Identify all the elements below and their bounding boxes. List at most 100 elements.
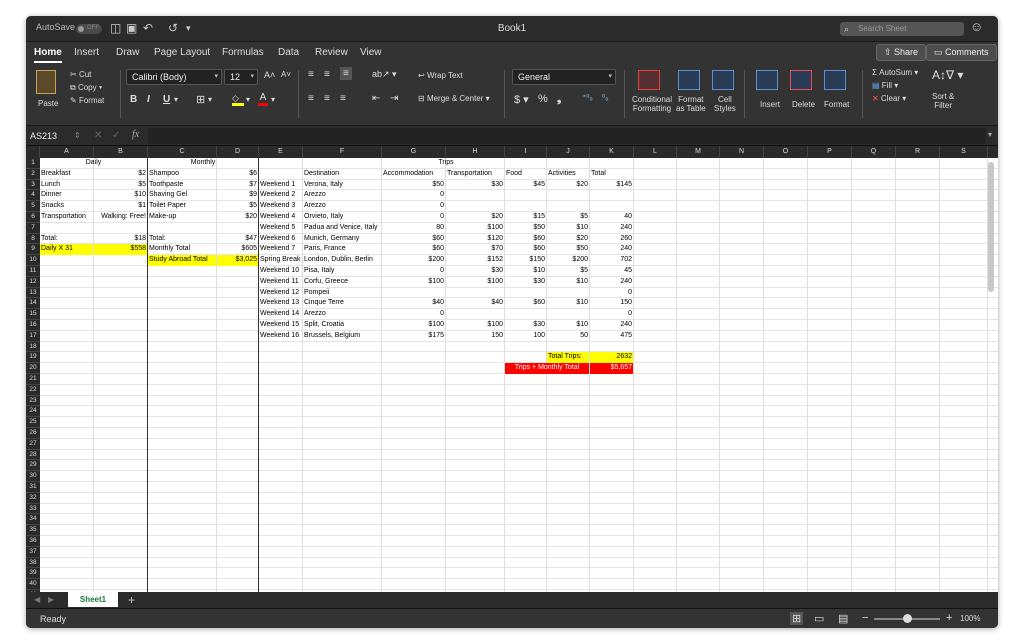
cell-C4[interactable]: Shaving Gel bbox=[148, 190, 216, 201]
row-header-37[interactable]: 37 bbox=[26, 546, 40, 558]
cell-I6[interactable]: $15 bbox=[505, 212, 546, 223]
row-header-27[interactable]: 27 bbox=[26, 438, 40, 450]
cell-F15[interactable]: Arezzo bbox=[303, 309, 381, 320]
cell-C5[interactable]: Toilet Paper bbox=[148, 201, 216, 212]
cell-H10[interactable]: $152 bbox=[446, 255, 504, 266]
cell-H17[interactable]: 150 bbox=[446, 331, 504, 342]
column-header-E[interactable]: E bbox=[259, 146, 303, 158]
row-header-24[interactable]: 24 bbox=[26, 406, 40, 418]
cell-K2[interactable]: Total bbox=[590, 169, 633, 180]
align-right-icon[interactable]: ≡ bbox=[340, 93, 346, 104]
italic-button[interactable]: I bbox=[147, 94, 150, 105]
row-header-34[interactable]: 34 bbox=[26, 514, 40, 526]
font-name-select[interactable]: Calibri (Body) ▾ bbox=[126, 69, 222, 85]
column-header-A[interactable]: A bbox=[40, 146, 94, 158]
cell-F2[interactable]: Destination bbox=[303, 169, 381, 180]
cell-I7[interactable]: $50 bbox=[505, 223, 546, 234]
cell-K6[interactable]: 40 bbox=[590, 212, 633, 223]
cell-F11[interactable]: Pisa, Italy bbox=[303, 266, 381, 277]
row-header-8[interactable]: 8 bbox=[26, 233, 40, 245]
borders-icon[interactable]: ⊞ bbox=[196, 93, 205, 106]
cell-I9[interactable]: $60 bbox=[505, 244, 546, 255]
cell-F8[interactable]: Munich, Germany bbox=[303, 234, 381, 245]
cell-F7[interactable]: Padua and Venice, Italy bbox=[303, 223, 381, 234]
fill-color-dropdown-icon[interactable]: ▾ bbox=[246, 95, 250, 104]
cell-I16[interactable]: $30 bbox=[505, 320, 546, 331]
column-header-G[interactable]: G bbox=[382, 146, 446, 158]
font-color-dropdown-icon[interactable]: ▾ bbox=[271, 95, 275, 104]
sheet-tab-sheet1[interactable]: Sheet1 bbox=[68, 592, 118, 607]
cell-G16[interactable]: $100 bbox=[382, 320, 445, 331]
cell-C1[interactable]: Monthly bbox=[148, 158, 258, 169]
vertical-scrollbar[interactable] bbox=[988, 162, 994, 292]
cell-F3[interactable]: Verona, Italy bbox=[303, 180, 381, 191]
align-middle-icon[interactable]: ≡ bbox=[324, 69, 330, 80]
cell-G14[interactable]: $40 bbox=[382, 298, 445, 309]
align-center-icon[interactable]: ≡ bbox=[324, 93, 330, 104]
autosum-button[interactable]: Σ AutoSum ▾ bbox=[872, 68, 918, 77]
cell-A1[interactable]: Daily bbox=[40, 158, 147, 169]
cell-J8[interactable]: $20 bbox=[547, 234, 589, 245]
cancel-icon[interactable]: ✕ bbox=[94, 130, 102, 141]
row-header-29[interactable]: 29 bbox=[26, 460, 40, 472]
cell-G8[interactable]: $60 bbox=[382, 234, 445, 245]
format-as-table-button[interactable]: Format as Table bbox=[676, 95, 706, 113]
insert-function-icon[interactable]: fx bbox=[132, 129, 139, 140]
cell-H14[interactable]: $40 bbox=[446, 298, 504, 309]
tab-review[interactable]: Review bbox=[315, 47, 348, 58]
row-header-1[interactable]: 1 bbox=[26, 158, 40, 169]
cell-G2[interactable]: Accommodation bbox=[382, 169, 445, 180]
row-header-33[interactable]: 33 bbox=[26, 503, 40, 515]
increase-decimal-icon[interactable]: ⁺⁰₀ bbox=[582, 93, 593, 102]
feedback-smiley-icon[interactable]: ☺ bbox=[970, 19, 983, 34]
cell-F12[interactable]: Corfu, Greece bbox=[303, 277, 381, 288]
cell-E13[interactable]: Weekend 12 bbox=[259, 288, 302, 299]
cell-G17[interactable]: $175 bbox=[382, 331, 445, 342]
cell-A9[interactable]: Daily X 31 bbox=[40, 244, 93, 256]
column-header-P[interactable]: P bbox=[808, 146, 852, 158]
column-header-K[interactable]: K bbox=[590, 146, 634, 158]
clear-button[interactable]: ✕ Clear ▾ bbox=[872, 94, 906, 103]
zoom-slider-knob[interactable] bbox=[903, 614, 912, 623]
cell-E6[interactable]: Weekend 4 bbox=[259, 212, 302, 223]
cell-K10[interactable]: 702 bbox=[590, 255, 633, 266]
borders-dropdown-icon[interactable]: ▾ bbox=[208, 95, 212, 104]
column-header-R[interactable]: R bbox=[896, 146, 940, 158]
row-header-21[interactable]: 21 bbox=[26, 374, 40, 385]
cell-J9[interactable]: $50 bbox=[547, 244, 589, 255]
row-header-16[interactable]: 16 bbox=[26, 320, 40, 331]
cell-E1[interactable]: Trips bbox=[259, 158, 633, 169]
row-header-30[interactable]: 30 bbox=[26, 471, 40, 482]
bold-button[interactable]: B bbox=[130, 94, 137, 105]
normal-view-icon[interactable]: ⊞ bbox=[790, 612, 804, 625]
cell-I20[interactable]: Trips + Monthly Total bbox=[505, 363, 589, 374]
cell-F13[interactable]: Pompeii bbox=[303, 288, 381, 299]
copy-button[interactable]: ⧉ Copy ▾ bbox=[70, 83, 102, 93]
row-header-6[interactable]: 6 bbox=[26, 212, 40, 223]
cell-E11[interactable]: Weekend 10 bbox=[259, 266, 302, 277]
cell-K17[interactable]: 475 bbox=[590, 331, 633, 342]
row-header-31[interactable]: 31 bbox=[26, 482, 40, 493]
cell-K12[interactable]: 240 bbox=[590, 277, 633, 288]
cell-E14[interactable]: Weekend 13 bbox=[259, 298, 302, 309]
font-size-select[interactable]: 12 ▾ bbox=[224, 69, 258, 85]
delete-cells-button[interactable]: Delete bbox=[792, 100, 815, 109]
cell-E12[interactable]: Weekend 11 bbox=[259, 277, 302, 288]
cell-H12[interactable]: $100 bbox=[446, 277, 504, 288]
decrease-font-size-icon[interactable]: A˅ bbox=[281, 70, 291, 79]
format-cells-button[interactable]: Format bbox=[824, 100, 849, 109]
next-sheet-icon[interactable]: ▶ bbox=[48, 595, 54, 604]
cell-D4[interactable]: $9 bbox=[217, 190, 258, 201]
percent-icon[interactable]: % bbox=[538, 93, 548, 105]
cell-G7[interactable]: 80 bbox=[382, 223, 445, 234]
column-header-H[interactable]: H bbox=[446, 146, 505, 158]
zoom-out-icon[interactable]: − bbox=[862, 612, 868, 624]
page-break-view-icon[interactable]: ▤ bbox=[838, 612, 848, 625]
row-header-26[interactable]: 26 bbox=[26, 428, 40, 439]
row-header-15[interactable]: 15 bbox=[26, 309, 40, 320]
cell-C9[interactable]: Monthly Total bbox=[148, 244, 216, 255]
cell-C8[interactable]: Total: bbox=[148, 234, 216, 245]
cell-E17[interactable]: Weekend 16 bbox=[259, 331, 302, 342]
cell-H8[interactable]: $120 bbox=[446, 234, 504, 245]
cell-styles-icon[interactable] bbox=[712, 70, 734, 90]
